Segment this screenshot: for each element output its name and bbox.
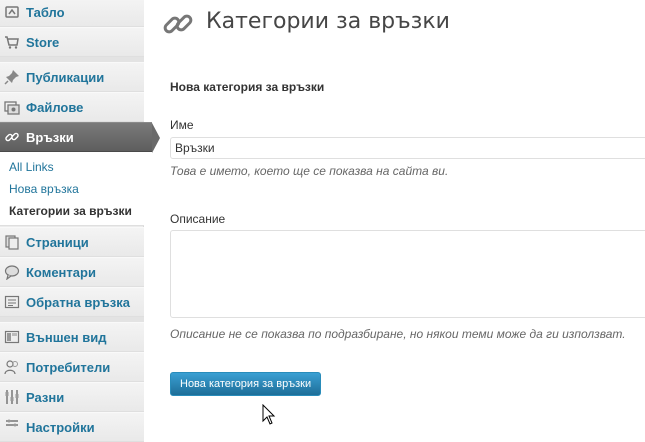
menu-item-feedback[interactable]: Обратна връзка [0, 287, 144, 317]
name-label: Име [170, 118, 194, 132]
users-icon [4, 359, 20, 375]
dashboard-icon [4, 4, 20, 20]
menu-item-store[interactable]: Store [0, 27, 144, 57]
menu-label-feedback: Обратна връзка [26, 294, 130, 310]
link-icon [162, 8, 194, 40]
main-content: Категории за връзки Нова категория за вр… [145, 0, 645, 427]
menu-label-comments: Коментари [26, 264, 96, 280]
description-textarea[interactable] [170, 230, 645, 318]
menu-label-appearance: Външен вид [26, 329, 107, 345]
links-submenu: All Links Нова връзка Категории за връзк… [0, 152, 144, 226]
menu-item-links[interactable]: Връзки [0, 122, 160, 153]
feedback-icon [4, 294, 20, 310]
menu-label-dashboard: Табло [26, 4, 65, 20]
menu-item-appearance[interactable]: Външен вид [0, 322, 144, 352]
menu-item-media[interactable]: Файлове [0, 92, 144, 122]
link-icon [4, 129, 20, 145]
comments-icon [4, 264, 20, 280]
menu-item-dashboard[interactable]: Табло [0, 0, 144, 27]
submenu-new-link[interactable]: Нова връзка [9, 182, 79, 196]
menu-label-posts: Публикации [26, 69, 105, 85]
cart-icon [4, 34, 20, 50]
menu-label-store: Store [26, 34, 60, 50]
menu-label-settings: Настройки [26, 419, 95, 435]
menu-item-pages[interactable]: Страници [0, 227, 144, 257]
menu-item-posts[interactable]: Публикации [0, 62, 144, 92]
description-hint: Описание не се показва по подразбиране, … [170, 327, 626, 341]
form-title: Нова категория за връзки [170, 80, 325, 94]
mouse-cursor-icon [262, 403, 276, 427]
pages-icon [4, 234, 20, 250]
menu-item-settings[interactable]: Настройки [0, 412, 144, 442]
name-hint: Това е името, което ще се показва на сай… [170, 164, 449, 178]
menu-item-users[interactable]: Потребители [0, 352, 144, 382]
add-link-category-button[interactable]: Нова категория за връзки [170, 372, 322, 396]
submenu-all-links[interactable]: All Links [9, 160, 54, 174]
menu-label-users: Потребители [26, 359, 111, 375]
pin-icon [4, 69, 20, 85]
tools-icon [4, 389, 20, 405]
description-label: Описание [170, 212, 226, 226]
page-title: Категории за връзки [206, 9, 450, 34]
menu-item-tools[interactable]: Разни [0, 382, 144, 412]
menu-item-comments[interactable]: Коментари [0, 257, 144, 287]
menu-label-links: Връзки [26, 129, 74, 145]
menu-label-pages: Страници [26, 234, 89, 250]
admin-sidebar: Табло Store Публикации Файлове Връзки Al… [0, 0, 160, 442]
name-input[interactable] [170, 137, 645, 159]
appearance-icon [4, 329, 20, 345]
submenu-link-categories[interactable]: Категории за връзки [9, 204, 132, 218]
menu-label-media: Файлове [26, 99, 84, 115]
settings-icon [4, 419, 20, 435]
menu-label-tools: Разни [26, 389, 65, 405]
media-icon [4, 99, 20, 115]
